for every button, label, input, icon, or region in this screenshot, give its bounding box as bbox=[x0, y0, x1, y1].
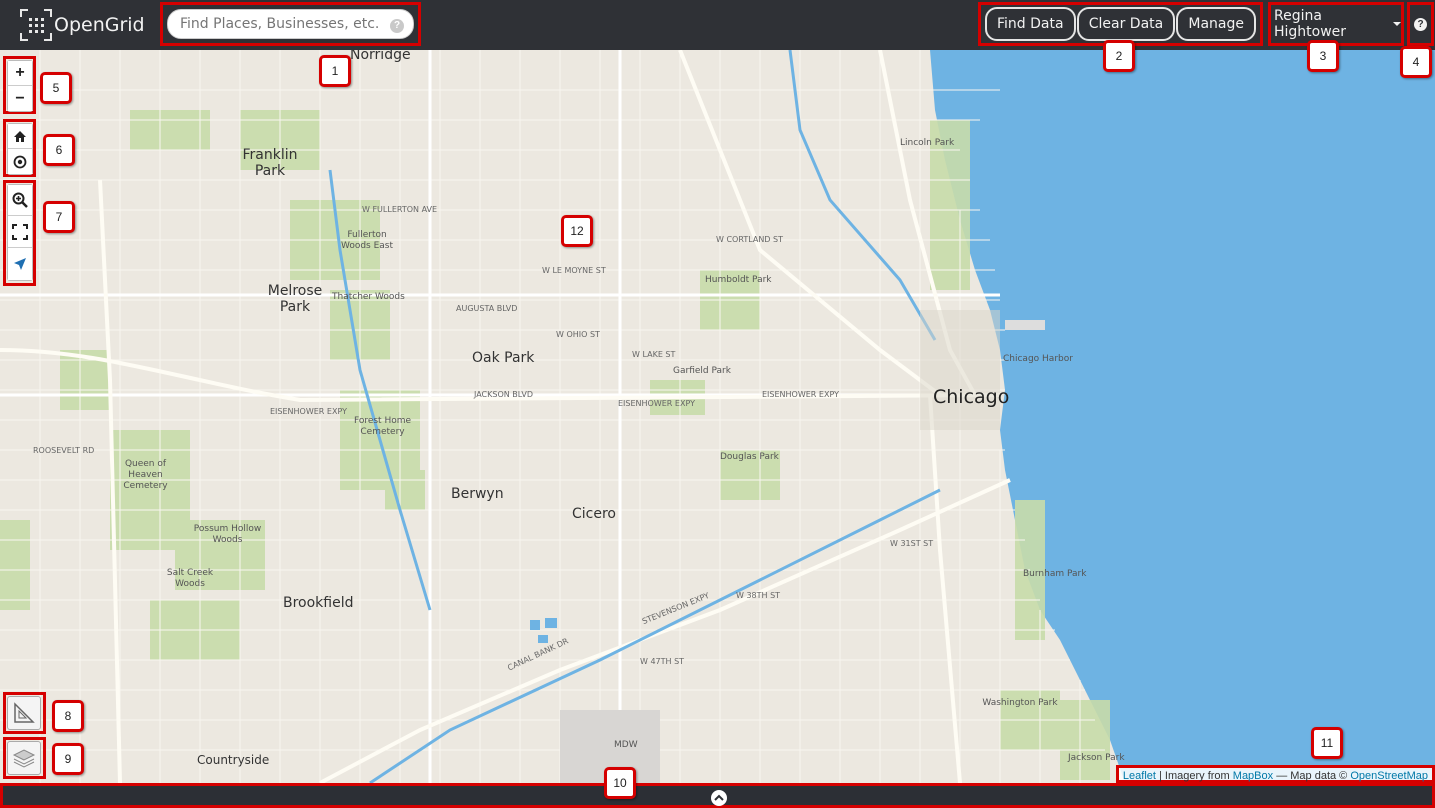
road-label-le-moyne: W LE MOYNE ST bbox=[542, 266, 606, 275]
label-mdw-airport: MDW bbox=[614, 740, 638, 750]
park-label-humboldt-park: Humboldt Park bbox=[705, 275, 772, 285]
city-label-berwyn: Berwyn bbox=[451, 486, 504, 502]
measure-tool-button[interactable] bbox=[7, 696, 41, 730]
annotation-badge-7: 7 bbox=[43, 201, 75, 233]
park-label-thatcher-woods: Thatcher Woods bbox=[332, 292, 405, 302]
park-label-washington-park: Washington Park bbox=[982, 698, 1058, 708]
road-label-47th: W 47TH ST bbox=[640, 657, 685, 666]
imagery-prefix: | Imagery from bbox=[1155, 770, 1233, 782]
mapbox-link[interactable]: MapBox bbox=[1233, 770, 1273, 782]
park-label-burnham-park: Burnham Park bbox=[1023, 569, 1087, 579]
top-navbar: OpenGrid ? Find Data Clear Data Manage R… bbox=[0, 0, 1435, 50]
home-icon bbox=[14, 130, 26, 142]
search-input[interactable] bbox=[167, 9, 414, 39]
bottom-panel-bar bbox=[0, 783, 1435, 808]
annotation-badge-10: 10 bbox=[604, 767, 636, 799]
city-label-chicago: Chicago bbox=[933, 386, 1010, 408]
park-label-garfield-park: Garfield Park bbox=[673, 366, 731, 376]
park-label-fullerton-woods: Fullerton Woods East bbox=[340, 230, 394, 251]
manage-button[interactable]: Manage bbox=[1176, 7, 1256, 41]
road-label-lake: W LAKE ST bbox=[632, 350, 676, 359]
data-prefix: — Map data © bbox=[1273, 770, 1351, 782]
road-label-ohio: W OHIO ST bbox=[556, 330, 600, 339]
annotation-badge-3: 3 bbox=[1307, 40, 1339, 72]
fullscreen-button[interactable] bbox=[8, 216, 32, 248]
road-label-31st: W 31ST ST bbox=[890, 539, 934, 548]
road-label-eisenhower-east: EISENHOWER EXPY bbox=[618, 399, 695, 408]
label-forest-home-cemetery: Forest Home Cemetery bbox=[353, 416, 412, 437]
zoom-in-button[interactable]: + bbox=[8, 61, 32, 86]
city-label-norridge: Norridge bbox=[350, 50, 411, 63]
city-label-oak-park: Oak Park bbox=[472, 350, 535, 366]
annotation-badge-1: 1 bbox=[319, 55, 351, 87]
label-possum-hollow-woods: Possum Hollow Woods bbox=[193, 524, 262, 545]
box-zoom-button[interactable] bbox=[8, 185, 32, 216]
label-salt-creek-woods: Salt Creek Woods bbox=[166, 568, 214, 589]
view-tools-control bbox=[7, 184, 33, 281]
clear-data-button[interactable]: Clear Data bbox=[1076, 7, 1176, 41]
layers-button[interactable] bbox=[7, 741, 41, 775]
geolocate-button[interactable] bbox=[8, 248, 32, 280]
ruler-triangle-icon bbox=[14, 702, 35, 723]
zoom-control: + − bbox=[7, 60, 33, 112]
home-button[interactable] bbox=[8, 124, 32, 149]
zoom-out-button[interactable]: − bbox=[8, 86, 32, 111]
opengrid-app: OpenGrid ? Find Data Clear Data Manage R… bbox=[0, 0, 1435, 808]
fullscreen-icon bbox=[12, 223, 28, 240]
grid-logo-icon bbox=[20, 9, 52, 41]
city-label-brookfield: Brookfield bbox=[283, 595, 354, 611]
search-help-icon[interactable]: ? bbox=[390, 19, 404, 33]
label-queen-of-heaven-cemetery: Queen of Heaven Cemetery bbox=[123, 459, 168, 491]
find-data-button[interactable]: Find Data bbox=[985, 7, 1076, 41]
annotation-badge-4: 4 bbox=[1400, 46, 1432, 78]
search-bar: ? bbox=[160, 2, 421, 46]
home-control bbox=[7, 123, 33, 175]
city-label-melrose-park: Melrose Park bbox=[267, 283, 323, 315]
annotation-badge-8: 8 bbox=[52, 700, 84, 732]
park-label-douglas-park: Douglas Park bbox=[720, 452, 779, 462]
city-label-cicero: Cicero bbox=[572, 506, 616, 522]
layers-icon bbox=[12, 749, 36, 768]
user-menu-dropdown[interactable]: Regina Hightower bbox=[1268, 2, 1404, 46]
road-label-jackson: JACKSON BLVD bbox=[474, 390, 533, 399]
park-label-jackson-park: Jackson Park bbox=[1068, 753, 1125, 763]
map-canvas[interactable]: Chicago Oak Park Franklin Park Melrose P… bbox=[0, 50, 1435, 783]
annotation-badge-6: 6 bbox=[43, 134, 75, 166]
help-button[interactable]: ? bbox=[1407, 2, 1434, 46]
user-name: Regina Hightower bbox=[1274, 8, 1347, 40]
road-label-cortland: W CORTLAND ST bbox=[716, 235, 783, 244]
annotation-badge-5: 5 bbox=[40, 72, 72, 104]
caret-down-icon bbox=[1393, 22, 1401, 26]
map-base-tiles bbox=[0, 50, 1435, 783]
road-label-eisenhower-downtown: EISENHOWER EXPY bbox=[762, 390, 839, 399]
road-label-eisenhower-west: EISENHOWER EXPY bbox=[270, 407, 347, 416]
city-label-franklin-park: Franklin Park bbox=[242, 147, 298, 179]
city-label-countryside: Countryside bbox=[197, 753, 270, 767]
annotation-badge-2: 2 bbox=[1103, 40, 1135, 72]
map-attribution: Leaflet | Imagery from MapBox — Map data… bbox=[1115, 765, 1435, 783]
road-label-augusta: AUGUSTA BLVD bbox=[456, 304, 518, 313]
annotation-badge-11: 11 bbox=[1311, 727, 1343, 759]
openstreetmap-link[interactable]: OpenStreetMap bbox=[1350, 770, 1428, 782]
question-circle-icon: ? bbox=[1414, 17, 1427, 31]
expand-panel-button[interactable] bbox=[711, 790, 727, 806]
road-label-roosevelt: ROOSEVELT RD bbox=[33, 446, 95, 455]
logo-text: OpenGrid bbox=[54, 14, 145, 36]
label-chicago-harbor: Chicago Harbor bbox=[1003, 354, 1073, 364]
navigation-arrow-icon bbox=[14, 258, 26, 270]
target-icon bbox=[13, 155, 27, 168]
leaflet-link[interactable]: Leaflet bbox=[1123, 770, 1156, 782]
park-label-lincoln-park: Lincoln Park bbox=[900, 138, 955, 148]
road-label-fullerton: W FULLERTON AVE bbox=[362, 205, 438, 214]
road-label-38th: W 38TH ST bbox=[736, 591, 781, 600]
opengrid-logo[interactable]: OpenGrid bbox=[20, 8, 145, 42]
chevron-up-icon bbox=[714, 794, 724, 801]
locate-button[interactable] bbox=[8, 149, 32, 174]
annotation-badge-12: 12 bbox=[561, 215, 593, 247]
annotation-badge-9: 9 bbox=[52, 743, 84, 775]
magnify-plus-icon bbox=[12, 192, 28, 208]
